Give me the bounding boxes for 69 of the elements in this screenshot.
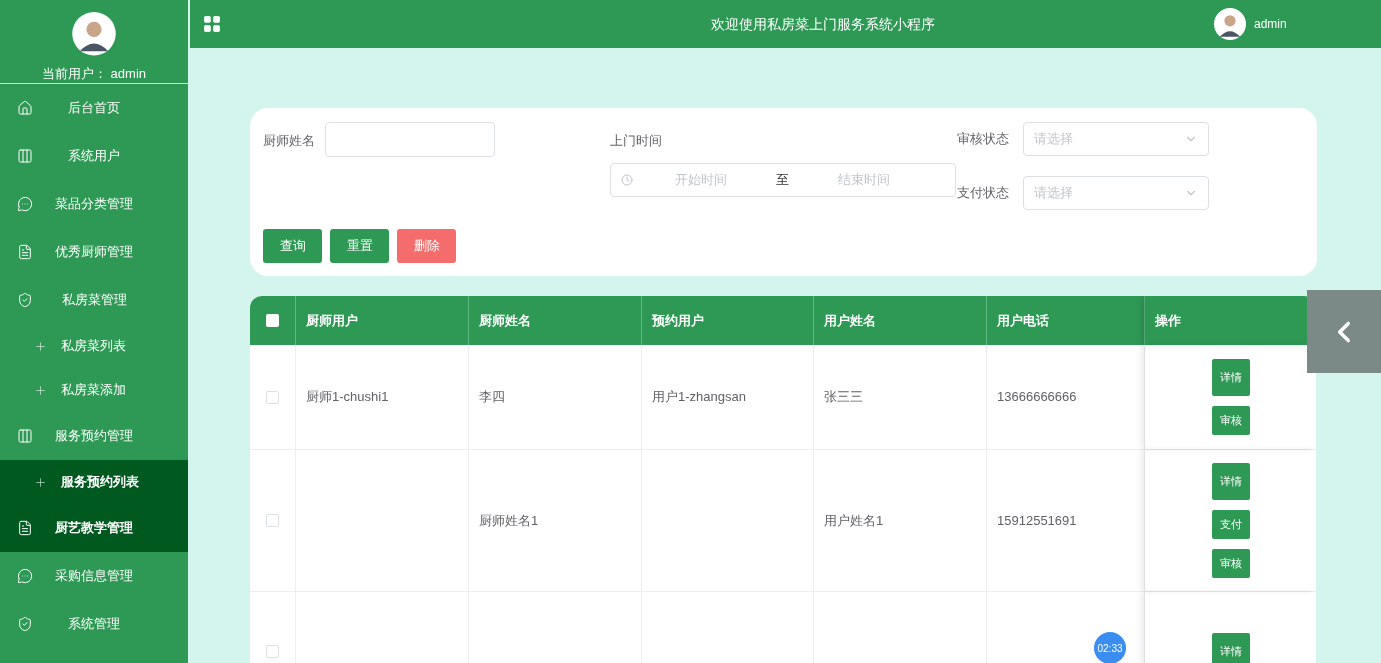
- table-cell-text: 用户姓名1: [824, 511, 884, 530]
- table-cell-text: 李四: [479, 388, 505, 407]
- select-all-checkbox[interactable]: [266, 314, 279, 327]
- column-header: 用户姓名: [814, 296, 987, 345]
- table-cell-text: 15912551691: [997, 511, 1077, 530]
- menu-icon: [17, 292, 33, 308]
- menu-item[interactable]: 服务预约管理: [0, 412, 188, 460]
- menu-icon: [17, 428, 33, 444]
- menu-icon: [17, 616, 33, 632]
- column-header: 厨师用户: [296, 296, 469, 345]
- menu-icon: [17, 568, 33, 584]
- current-user: 当前用户： admin: [41, 64, 146, 83]
- row-checkbox[interactable]: [266, 390, 279, 404]
- plus-icon: [34, 475, 47, 489]
- menu-icon: [17, 244, 33, 260]
- menu-item[interactable]: 厨艺教学管理: [0, 504, 188, 552]
- menu-item[interactable]: 菜品分类管理: [0, 180, 188, 228]
- menu-icon: [17, 196, 33, 212]
- select-placeholder: 请选择: [1034, 184, 1073, 203]
- avatar: [72, 12, 116, 56]
- column-header: 用户电话: [987, 296, 1145, 345]
- menu-item[interactable]: 私房菜管理: [0, 276, 188, 324]
- select-placeholder: 请选择: [1034, 130, 1073, 149]
- row-checkbox[interactable]: [266, 645, 279, 658]
- grid-menu-icon[interactable]: [202, 14, 222, 34]
- action-button[interactable]: 查询: [263, 229, 322, 263]
- table-cell-text: 厨师1-chushi1: [306, 388, 389, 407]
- menu-item[interactable]: 优秀厨师管理: [0, 228, 188, 276]
- row-action-button[interactable]: 审核: [1211, 406, 1250, 435]
- delete-button[interactable]: 删除: [397, 229, 456, 263]
- collapse-panel-button[interactable]: [1307, 290, 1381, 373]
- submenu-item[interactable]: 私房菜列表: [0, 324, 188, 368]
- table-cell-text: 张三三: [824, 388, 863, 407]
- row-action-button[interactable]: 详情: [1211, 463, 1250, 500]
- row-checkbox[interactable]: [266, 514, 279, 527]
- end-placeholder: 结束时间: [836, 170, 891, 189]
- table-cell-text: 厨师姓名1: [479, 511, 539, 530]
- clock-icon: [621, 173, 633, 186]
- row-action-button[interactable]: 详情: [1211, 359, 1250, 396]
- menu-item[interactable]: 系统用户: [0, 132, 188, 180]
- column-header: 厨师姓名: [469, 296, 642, 345]
- plus-icon: [34, 383, 47, 397]
- row-action-button[interactable]: 详情: [1211, 633, 1250, 663]
- submenu-item[interactable]: 服务预约列表: [0, 460, 188, 504]
- menu-icon: [17, 520, 33, 536]
- avatar: [1214, 8, 1246, 40]
- plus-icon: [34, 339, 47, 353]
- column-header: 预约用户: [642, 296, 814, 345]
- header-username: admin: [1254, 16, 1287, 33]
- page-title: 欢迎使用私房菜上门服务系统小程序: [710, 14, 936, 34]
- menu-item[interactable]: 后台首页: [0, 84, 188, 132]
- menu-item[interactable]: 系统管理: [0, 600, 188, 648]
- start-placeholder: 开始时间: [673, 170, 728, 189]
- menu-icon: [17, 100, 33, 116]
- range-separator: 至: [774, 170, 790, 189]
- field-label: 厨师姓名: [263, 132, 315, 150]
- row-action-button[interactable]: 审核: [1211, 549, 1250, 578]
- field-label: 上门时间: [610, 132, 663, 150]
- menu-icon: [17, 148, 33, 164]
- field-label: 审核状态: [957, 130, 1010, 149]
- field-label: 支付状态: [957, 184, 1010, 203]
- submenu-item[interactable]: 私房菜添加: [0, 368, 188, 412]
- date-range-field[interactable]: 开始时间 至 结束时间: [610, 162, 956, 197]
- menu-item[interactable]: 采购信息管理: [0, 552, 188, 600]
- table-cell-text: 用户1-zhangsan: [652, 388, 746, 407]
- chef-name-input[interactable]: [325, 122, 495, 157]
- table-cell-text: 13666666666: [997, 388, 1077, 407]
- row-action-button[interactable]: 支付: [1211, 510, 1250, 539]
- action-button[interactable]: 重置: [330, 229, 389, 263]
